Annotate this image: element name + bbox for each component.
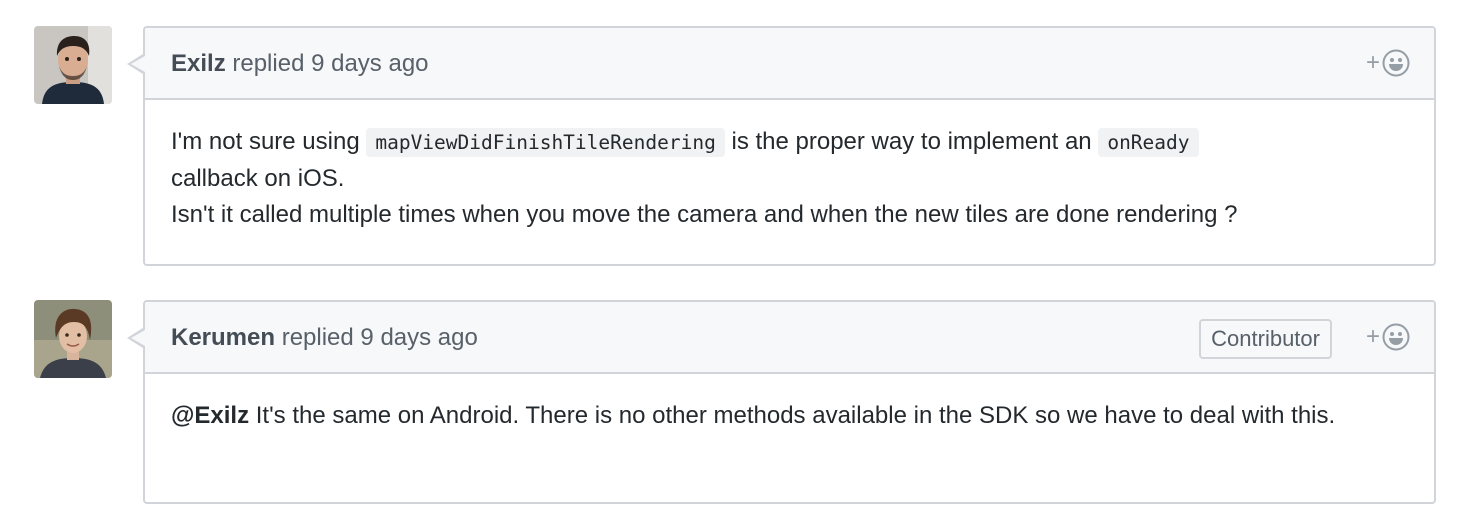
contributor-badge: Contributor [1199,319,1332,359]
comment-body: @Exilz It's the same on Android. There i… [145,374,1434,434]
comment-paragraph-1: @Exilz It's the same on Android. There i… [171,398,1411,434]
author-name[interactable]: Exilz [171,50,226,77]
timestamp[interactable]: 9 days ago [311,50,428,77]
avatar-kerumen[interactable] [34,300,112,378]
plus-icon: + [1365,323,1380,350]
comment-header-text: Exilz replied 9 days ago [171,28,429,100]
comment-box: Kerumen replied 9 days ago Contributor +… [127,300,1436,504]
comment-paragraph-1: I'm not sure using mapViewDidFinishTileR… [171,124,1408,233]
body-text: It's the same on Android. There is no ot… [249,402,1336,429]
body-text: Isn't it called multiple times when you … [171,201,1238,228]
body-text: I'm not sure using [171,128,367,155]
action-text: replied [225,50,312,77]
code-snippet: mapViewDidFinishTileRendering [366,128,725,157]
timestamp[interactable]: 9 days ago [360,324,477,351]
comment-arrow-fill [131,56,145,72]
comment-box: Exilz replied 9 days ago + I'm not sure … [127,26,1436,266]
action-text: replied [275,324,361,351]
comment-body: I'm not sure using mapViewDidFinishTileR… [145,100,1434,233]
plus-icon: + [1365,49,1380,76]
smiley-icon [1382,323,1410,351]
smiley-icon [1382,49,1410,77]
code-snippet: onReady [1098,128,1199,157]
author-name[interactable]: Kerumen [171,324,275,351]
comment-header: Kerumen replied 9 days ago Contributor + [145,302,1434,374]
comment-header-text: Kerumen replied 9 days ago [171,302,478,374]
body-text: is the proper way to implement an [724,128,1099,155]
add-reaction-button[interactable]: + [1366,323,1410,351]
add-reaction-button[interactable]: + [1366,49,1410,77]
comment-arrow-fill [131,330,145,346]
comment-header: Exilz replied 9 days ago + [145,28,1434,100]
body-text: callback on iOS. [171,165,345,192]
user-mention[interactable]: @Exilz [171,402,249,429]
avatar-exilz[interactable] [34,26,112,104]
